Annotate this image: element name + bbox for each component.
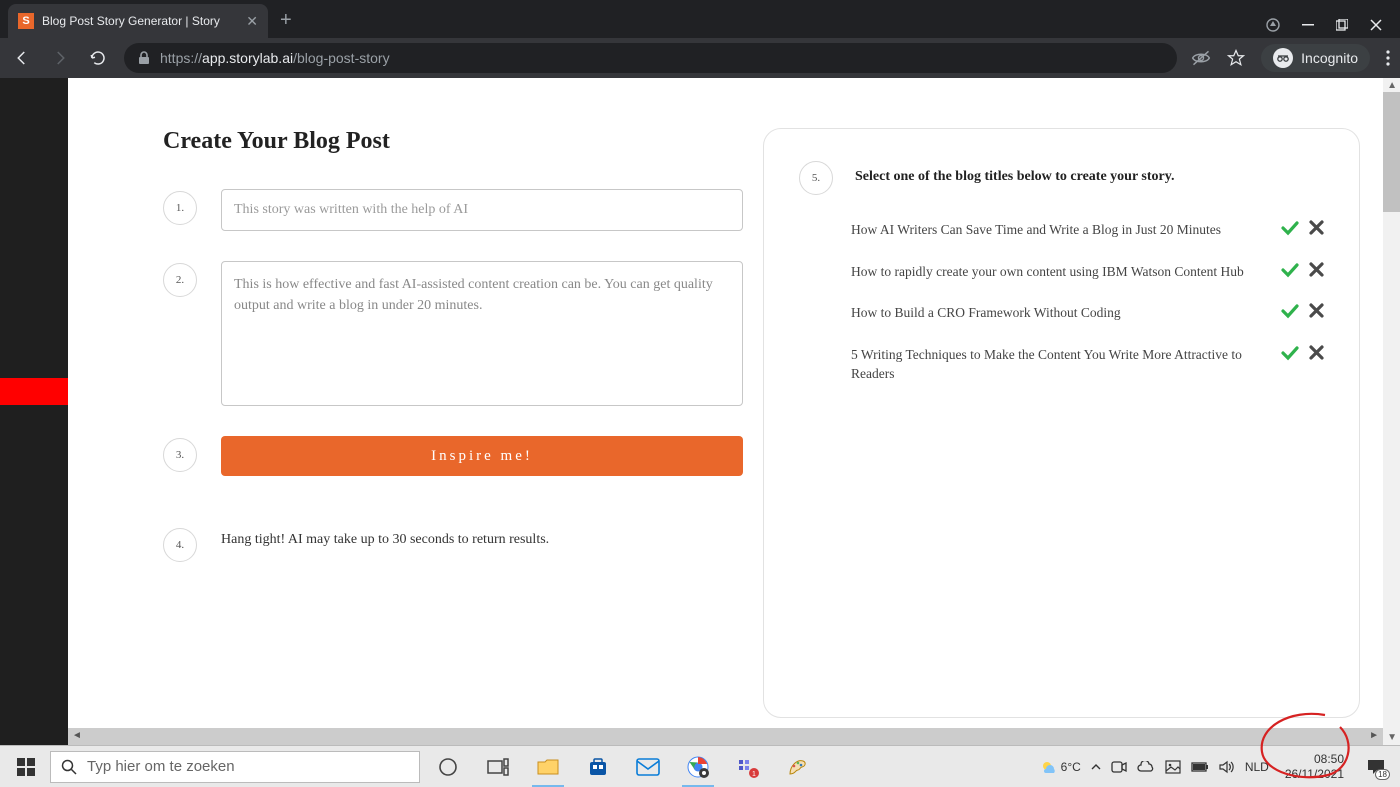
url-text: https://app.storylab.ai/blog-post-story xyxy=(160,50,390,66)
title-text: How to Build a CRO Framework Without Cod… xyxy=(851,303,1265,323)
tray-battery-icon[interactable] xyxy=(1191,761,1209,773)
eye-off-icon[interactable] xyxy=(1191,48,1211,68)
page-title: Create Your Blog Post xyxy=(163,128,743,155)
notification-count: 18 xyxy=(1375,769,1390,780)
page-viewport: Create Your Blog Post 1. 2. 3. Inspire m… xyxy=(0,78,1400,745)
back-button[interactable] xyxy=(10,49,34,67)
scroll-left-arrow[interactable]: ◄ xyxy=(72,730,82,741)
step-number-2: 2. xyxy=(163,263,197,297)
task-view-icon[interactable] xyxy=(476,747,520,787)
tab-title: Blog Post Story Generator | Story xyxy=(42,14,238,28)
tray-meet-now-icon[interactable] xyxy=(1111,760,1127,774)
vertical-scrollbar[interactable]: ▲ ▼ xyxy=(1383,78,1400,745)
reject-title-icon[interactable] xyxy=(1309,345,1324,361)
chrome-icon[interactable] xyxy=(676,747,720,787)
weather-widget[interactable]: 6°C xyxy=(1041,758,1081,776)
window-minimize-icon[interactable] xyxy=(1302,19,1314,31)
clock-time: 08:50 xyxy=(1285,752,1344,766)
app-menu-icon[interactable] xyxy=(1266,18,1280,32)
incognito-icon xyxy=(1273,48,1293,68)
window-close-icon[interactable] xyxy=(1370,19,1382,31)
clock-date: 26/11/2021 xyxy=(1285,767,1344,781)
accept-title-icon[interactable] xyxy=(1281,262,1299,278)
svg-text:1: 1 xyxy=(752,771,756,778)
taskbar-clock[interactable]: 08:50 26/11/2021 xyxy=(1279,752,1350,781)
horizontal-scrollbar[interactable]: ◄ ► xyxy=(68,728,1383,745)
step-number-1: 1. xyxy=(163,191,197,225)
address-bar[interactable]: https://app.storylab.ai/blog-post-story xyxy=(124,43,1177,73)
start-button[interactable] xyxy=(8,752,44,782)
accept-title-icon[interactable] xyxy=(1281,303,1299,319)
tray-language[interactable]: NLD xyxy=(1245,760,1269,774)
cortana-icon[interactable] xyxy=(426,747,470,787)
step-number-4: 4. xyxy=(163,528,197,562)
wait-message: Hang tight! AI may take up to 30 seconds… xyxy=(221,526,549,548)
toolbar: https://app.storylab.ai/blog-post-story … xyxy=(0,38,1400,78)
vertical-scroll-thumb[interactable] xyxy=(1383,92,1400,212)
red-accent-bar xyxy=(0,378,68,405)
sidebar-strip xyxy=(0,78,68,745)
title-text: How to rapidly create your own content u… xyxy=(851,262,1265,282)
favicon: S xyxy=(18,13,34,29)
action-center-icon[interactable]: 18 xyxy=(1360,752,1392,782)
scroll-up-arrow[interactable]: ▲ xyxy=(1387,80,1397,91)
story-description-textarea[interactable] xyxy=(221,261,743,406)
paint-icon[interactable] xyxy=(776,747,820,787)
title-suggestion: How to Build a CRO Framework Without Cod… xyxy=(851,303,1324,323)
results-panel: 5. Select one of the blog titles below t… xyxy=(763,128,1360,718)
reject-title-icon[interactable] xyxy=(1309,303,1324,319)
tray-chevron-icon[interactable] xyxy=(1091,762,1101,772)
tray-onedrive-icon[interactable] xyxy=(1137,761,1155,773)
file-explorer-icon[interactable] xyxy=(526,747,570,787)
close-tab-icon[interactable]: ✕ xyxy=(246,13,258,30)
mail-icon[interactable] xyxy=(626,747,670,787)
teams-icon[interactable]: 1 xyxy=(726,747,770,787)
select-title-instruction: Select one of the blog titles below to c… xyxy=(855,169,1174,185)
browser-tab[interactable]: S Blog Post Story Generator | Story ✕ xyxy=(8,4,268,38)
incognito-label: Incognito xyxy=(1301,50,1358,66)
scroll-right-arrow[interactable]: ► xyxy=(1369,730,1379,741)
reject-title-icon[interactable] xyxy=(1309,220,1324,236)
tray-volume-icon[interactable] xyxy=(1219,760,1235,774)
forward-button[interactable] xyxy=(48,49,72,67)
lock-icon xyxy=(138,51,150,65)
incognito-badge[interactable]: Incognito xyxy=(1261,44,1370,72)
scroll-down-arrow[interactable]: ▼ xyxy=(1387,732,1397,743)
ms-store-icon[interactable] xyxy=(576,747,620,787)
kebab-menu-icon[interactable] xyxy=(1386,50,1390,66)
title-suggestion: How to rapidly create your own content u… xyxy=(851,262,1324,282)
taskbar-search[interactable]: Typ hier om te zoeken xyxy=(50,751,420,783)
story-topic-input[interactable] xyxy=(221,189,743,231)
tray-photos-icon[interactable] xyxy=(1165,760,1181,774)
new-tab-button[interactable]: + xyxy=(280,9,292,32)
step-number-5: 5. xyxy=(799,161,833,195)
title-suggestion: 5 Writing Techniques to Make the Content… xyxy=(851,345,1324,384)
title-text: How AI Writers Can Save Time and Write a… xyxy=(851,220,1265,240)
windows-taskbar: Typ hier om te zoeken 1 6°C NLD 08:50 26… xyxy=(0,745,1400,787)
accept-title-icon[interactable] xyxy=(1281,220,1299,236)
search-placeholder: Typ hier om te zoeken xyxy=(87,758,235,775)
title-text: 5 Writing Techniques to Make the Content… xyxy=(851,345,1265,384)
search-icon xyxy=(61,759,77,775)
inspire-me-button[interactable]: Inspire me! xyxy=(221,436,743,476)
step-number-3: 3. xyxy=(163,438,197,472)
title-suggestion: How AI Writers Can Save Time and Write a… xyxy=(851,220,1324,240)
bookmark-star-icon[interactable] xyxy=(1227,49,1245,67)
reload-button[interactable] xyxy=(86,49,110,67)
window-maximize-icon[interactable] xyxy=(1336,19,1348,31)
reject-title-icon[interactable] xyxy=(1309,262,1324,278)
tab-strip: S Blog Post Story Generator | Story ✕ + xyxy=(0,0,1400,38)
accept-title-icon[interactable] xyxy=(1281,345,1299,361)
